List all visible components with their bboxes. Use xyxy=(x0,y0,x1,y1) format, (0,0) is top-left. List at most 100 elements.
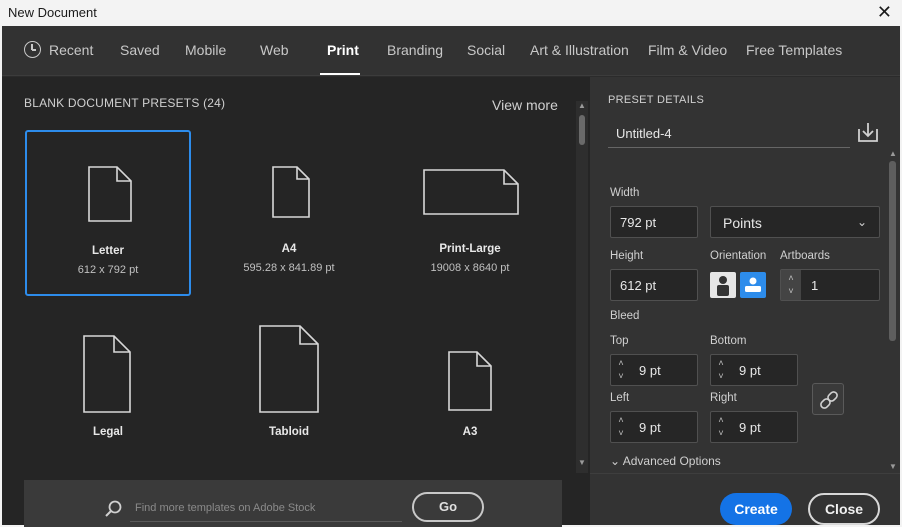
stepper-arrows-icon[interactable]: ˄ ˅ xyxy=(611,355,631,385)
presets-panel: BLANK DOCUMENT PRESETS (24) View more Le… xyxy=(2,77,590,527)
go-button[interactable]: Go xyxy=(412,492,484,522)
preset-letter[interactable]: Letter 612 x 792 pt xyxy=(25,130,191,296)
bleed-bottom-value: 9 pt xyxy=(739,363,761,378)
preset-size: 595.28 x 841.89 pt xyxy=(243,262,335,274)
save-preset-icon[interactable] xyxy=(856,121,880,143)
scrollbar-thumb[interactable] xyxy=(579,115,585,145)
chevron-down-icon: ⌄ xyxy=(610,454,621,468)
stock-search-input[interactable] xyxy=(130,494,402,522)
landscape-orientation-button[interactable] xyxy=(740,272,766,298)
new-document-dialog: Recent Saved Mobile Web Print Branding S… xyxy=(2,26,900,527)
bleed-right-value: 9 pt xyxy=(739,420,761,435)
tab-branding[interactable]: Branding xyxy=(387,42,443,58)
preset-a3[interactable]: A3 xyxy=(387,310,553,475)
tab-mobile[interactable]: Mobile xyxy=(185,42,226,58)
preset-name: A3 xyxy=(462,426,478,438)
details-scrollbar[interactable]: ▲ ▼ xyxy=(886,149,898,473)
preset-size: 612 x 792 pt xyxy=(77,264,139,276)
bleed-left-label: Left xyxy=(610,392,630,404)
presets-header-label: BLANK DOCUMENT PRESETS xyxy=(24,96,200,110)
search-icon xyxy=(105,500,122,517)
preset-details-title: PRESET DETAILS xyxy=(608,94,705,106)
height-input[interactable]: 612 pt xyxy=(610,269,698,301)
tab-film-video[interactable]: Film & Video xyxy=(648,42,727,58)
width-input[interactable]: 792 pt xyxy=(610,206,698,238)
preset-name: Legal xyxy=(92,426,124,438)
tab-art-illustration[interactable]: Art & Illustration xyxy=(530,42,629,58)
document-icon xyxy=(448,351,492,411)
scroll-down-icon[interactable]: ▼ xyxy=(889,462,897,471)
scroll-up-icon[interactable]: ▲ xyxy=(889,149,897,158)
tab-web[interactable]: Web xyxy=(260,42,289,58)
presets-count: (24) xyxy=(203,96,226,110)
artboards-stepper[interactable]: ˄ ˅ 1 xyxy=(780,269,880,301)
bleed-right-label: Right xyxy=(710,392,737,404)
artboards-value: 1 xyxy=(811,278,819,293)
scroll-up-icon[interactable]: ▲ xyxy=(578,101,586,110)
stepper-arrows-icon[interactable]: ˄ ˅ xyxy=(611,412,631,442)
tab-social[interactable]: Social xyxy=(467,42,505,58)
presets-header: BLANK DOCUMENT PRESETS (24) xyxy=(24,96,225,110)
view-more-link[interactable]: View more xyxy=(492,97,558,113)
link-icon xyxy=(820,391,838,409)
clock-icon xyxy=(24,41,41,58)
window-title: New Document xyxy=(8,5,97,20)
preset-name: Tabloid xyxy=(268,426,310,438)
active-tab-indicator xyxy=(320,73,360,75)
close-button[interactable]: Close xyxy=(808,493,880,525)
document-icon xyxy=(272,166,310,218)
bleed-left-stepper[interactable]: ˄ ˅ 9 pt xyxy=(610,411,698,443)
preset-name: Letter xyxy=(92,245,124,257)
advanced-options-label: Advanced Options xyxy=(622,454,721,468)
footer-divider xyxy=(590,473,900,474)
tab-recent[interactable]: Recent xyxy=(49,42,93,58)
bleed-bottom-label: Bottom xyxy=(710,335,747,347)
presets-scrollbar[interactable]: ▲ ▼ xyxy=(576,101,588,473)
scroll-down-icon[interactable]: ▼ xyxy=(578,458,586,467)
height-label: Height xyxy=(610,250,644,262)
link-bleed-button[interactable] xyxy=(812,383,844,415)
document-icon xyxy=(259,325,319,413)
bleed-right-stepper[interactable]: ˄ ˅ 9 pt xyxy=(710,411,798,443)
stepper-arrows-icon[interactable]: ˄ ˅ xyxy=(781,270,801,300)
bleed-bottom-stepper[interactable]: ˄ ˅ 9 pt xyxy=(710,354,798,386)
artboards-label: Artboards xyxy=(780,250,830,262)
bleed-left-value: 9 pt xyxy=(639,420,661,435)
scrollbar-thumb[interactable] xyxy=(889,161,896,341)
document-icon xyxy=(83,335,131,413)
units-select[interactable]: Points ⌄ xyxy=(710,206,880,238)
window-titlebar: New Document ✕ xyxy=(0,0,902,26)
preset-print-large[interactable]: Print-Large 19008 x 8640 pt xyxy=(387,130,553,296)
bleed-top-label: Top xyxy=(610,335,629,347)
bleed-label: Bleed xyxy=(610,310,640,322)
stock-search-bar: Go xyxy=(24,480,562,527)
tab-saved[interactable]: Saved xyxy=(120,42,160,58)
preset-tabloid[interactable]: Tabloid xyxy=(206,310,372,475)
bleed-top-value: 9 pt xyxy=(639,363,661,378)
preset-a4[interactable]: A4 595.28 x 841.89 pt xyxy=(206,130,372,296)
document-landscape-icon xyxy=(423,169,519,215)
category-tabs: Recent Saved Mobile Web Print Branding S… xyxy=(2,26,900,76)
person-portrait-icon xyxy=(717,276,729,296)
preset-size: 19008 x 8640 pt xyxy=(430,262,510,274)
width-label: Width xyxy=(610,187,640,199)
preset-name: Print-Large xyxy=(439,243,501,255)
document-icon xyxy=(88,166,132,222)
bleed-top-stepper[interactable]: ˄ ˅ 9 pt xyxy=(610,354,698,386)
orientation-label: Orientation xyxy=(710,250,767,262)
preset-grid: BLANK DOCUMENT PRESETS (24) View more Le… xyxy=(2,77,576,475)
chevron-down-icon: ⌄ xyxy=(856,215,867,229)
advanced-options-toggle[interactable]: ⌄ Advanced Options xyxy=(610,454,721,468)
stepper-arrows-icon[interactable]: ˄ ˅ xyxy=(711,355,731,385)
preset-details-panel: PRESET DETAILS Untitled-4 Width 792 pt P… xyxy=(590,77,900,525)
document-name-field[interactable]: Untitled-4 xyxy=(608,120,850,148)
tab-print[interactable]: Print xyxy=(327,42,359,58)
stepper-arrows-icon[interactable]: ˄ ˅ xyxy=(711,412,731,442)
portrait-orientation-button[interactable] xyxy=(710,272,736,298)
window-close-icon[interactable]: ✕ xyxy=(877,2,892,23)
create-button[interactable]: Create xyxy=(720,493,792,525)
preset-name: A4 xyxy=(281,243,297,255)
tab-free-templates[interactable]: Free Templates xyxy=(746,42,842,58)
preset-legal[interactable]: Legal xyxy=(25,310,191,475)
person-landscape-icon xyxy=(745,277,761,292)
